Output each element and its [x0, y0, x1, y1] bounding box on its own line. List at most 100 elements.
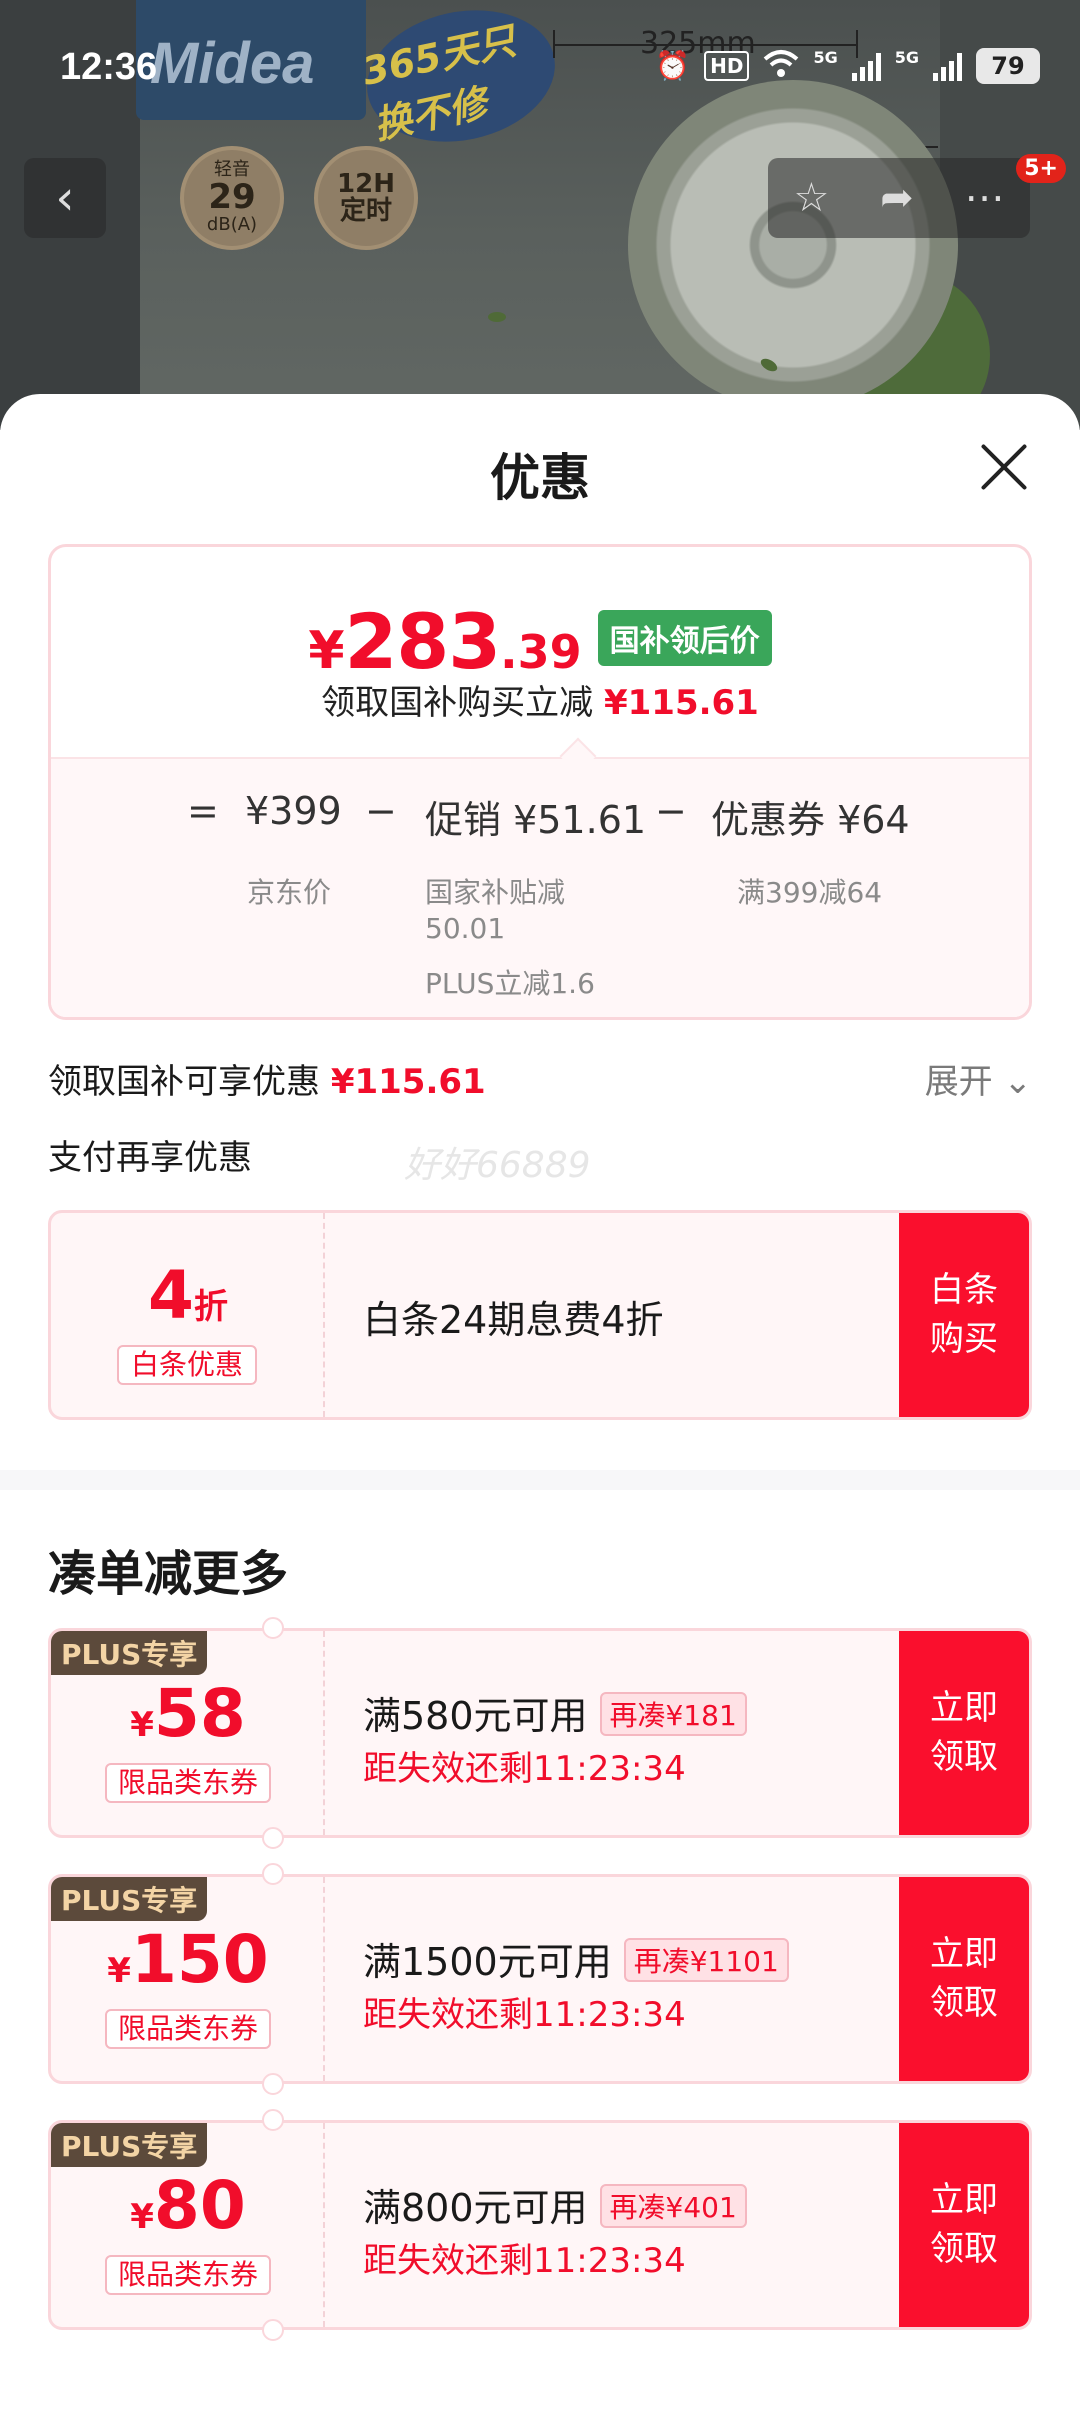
signal-icon: [851, 51, 881, 81]
feature-unit: dB(A): [206, 213, 258, 235]
status-icons: ⏰ HD 5G 5G 79: [655, 48, 1040, 84]
promo-detail-line: 50.01: [425, 912, 506, 946]
ticket-punch: [262, 2319, 284, 2341]
subsidy-amount: ¥115.61: [330, 1062, 486, 1102]
coupon-card: ¥150 限品类东券 PLUS专享 满1500元可用 再凑¥1101 距失效还剩1…: [48, 1874, 1032, 2084]
coupon-condition-row: 满800元可用 再凑¥401: [363, 2177, 747, 2232]
discount-unit: 折: [193, 1287, 228, 1327]
price-decimal: .39: [500, 625, 582, 679]
equals-sign: =: [187, 789, 219, 833]
coupon-amount: ¥58: [51, 1675, 325, 1752]
baitiao-buy-button[interactable]: 白条 购买: [899, 1213, 1029, 1417]
hd-icon: HD: [704, 51, 750, 81]
currency-symbol: ¥: [308, 621, 345, 681]
plus-exclusive-tag: PLUS专享: [51, 1877, 208, 1921]
subtitle-amount: ¥115.61: [603, 683, 759, 723]
expand-button[interactable]: 展开 ⌄: [925, 1054, 1032, 1103]
share-icon[interactable]: ➦: [880, 175, 914, 221]
price-integer: 283: [344, 597, 502, 686]
feature-value: 29: [208, 177, 256, 218]
coupon-amount-number: 150: [130, 1921, 269, 1998]
coupon-amount-number: 80: [153, 2167, 246, 2244]
coupon-amount: 优惠券 ¥64: [711, 798, 910, 842]
clock: 12:36: [60, 46, 158, 88]
wifi-icon: [763, 49, 799, 84]
jd-price: ¥399: [245, 789, 342, 833]
coupon-type: 限品类东券: [105, 2009, 271, 2049]
subsidy-row[interactable]: 领取国补可享优惠 ¥115.61: [48, 1054, 486, 1103]
baitiao-description: 白条24期息费4折: [363, 1298, 664, 1342]
coupon-condition-row: 满580元可用 再凑¥181: [363, 1685, 747, 1740]
promo-amount: 促销 ¥51.61: [425, 798, 647, 842]
final-price: ¥ 283 .39 国补领后价: [51, 597, 1029, 686]
coupon-amount: ¥80: [51, 2167, 325, 2244]
subtitle-label: 领取国补购买立减: [321, 683, 594, 723]
offer-value: 4折 白条优惠: [51, 1213, 325, 1417]
price-breakdown: ¥ 283 .39 国补领后价 领取国补购买立减 ¥115.61 = ¥399 …: [48, 544, 1032, 1020]
claim-coupon-button[interactable]: 立即 领取: [899, 2123, 1029, 2327]
feature-badge-noise: 轻音 29 dB(A): [180, 146, 284, 250]
plus-exclusive-tag: PLUS专享: [51, 1631, 208, 1675]
coupon-type: 限品类东券: [105, 1763, 271, 1803]
battery-icon: 79: [976, 48, 1040, 84]
pay-offer-label: 支付再享优惠: [48, 1138, 252, 1178]
currency-symbol: ¥: [130, 1705, 154, 1745]
coupon-type: 限品类东券: [105, 2255, 271, 2295]
ticket-punch: [262, 1863, 284, 1885]
coupon-amount-number: 58: [153, 1675, 246, 1752]
status-bar: 12:36 ⏰ HD 5G 5G 79: [0, 0, 1080, 140]
back-button[interactable]: ‹: [24, 158, 106, 238]
sheet-title: 优惠: [490, 449, 590, 507]
network-type: 5G: [813, 48, 838, 67]
star-icon[interactable]: ☆: [793, 175, 829, 221]
price-formula: = ¥399 − 促销 ¥51.61 − 优惠券 ¥64 京东价 国家补贴减 5…: [51, 757, 1029, 1017]
subsidy-price-tag: 国补领后价: [597, 609, 772, 666]
coupon-countdown: 距失效还剩11:23:34: [363, 1749, 686, 1789]
network-type: 5G: [894, 48, 919, 67]
ticket-punch: [262, 1617, 284, 1639]
screen: Midea 365天只换不修 325mm 轻音 29 dB(A) 12H 定时 …: [0, 0, 1080, 2412]
coupon-condition-row: 满1500元可用 再凑¥1101: [363, 1931, 789, 1986]
top-actions: ☆ ➦ ⋯: [768, 158, 1030, 238]
coupon-condition: 满580元可用: [363, 1694, 588, 1738]
formula-row: = ¥399 − 促销 ¥51.61 − 优惠券 ¥64: [51, 789, 1029, 849]
alarm-icon: ⏰: [655, 49, 691, 82]
currency-symbol: ¥: [130, 2197, 154, 2237]
discount-sheet: 优惠 ¥ 283 .39 国补领后价 领取国补购买立减 ¥115.61 = ¥3…: [0, 394, 1080, 2412]
minus-sign: −: [655, 789, 687, 833]
close-icon[interactable]: [976, 438, 1032, 494]
claim-coupon-button[interactable]: 立即 领取: [899, 1877, 1029, 2081]
watermark: 好好66889: [404, 1145, 591, 1186]
feature-value: 12H: [337, 168, 395, 199]
coupon-condition: 满1500元可用: [363, 1940, 612, 1984]
promo-detail-line: 国家补贴减: [425, 876, 566, 909]
ticket-punch: [262, 2073, 284, 2095]
discount-number: 4: [148, 1257, 194, 1334]
coupon-detail: 满399减64: [737, 876, 883, 909]
jd-price-label: 京东价: [247, 876, 332, 909]
more-icon[interactable]: ⋯: [965, 175, 1005, 221]
add-on-needed-badge: 再凑¥1101: [623, 1938, 789, 1982]
coupon-card: ¥80 限品类东券 PLUS专享 满800元可用 再凑¥401 距失效还剩11:2…: [48, 2120, 1032, 2330]
section-divider: [0, 1470, 1080, 1490]
ticket-punch: [262, 1827, 284, 1849]
minus-sign: −: [365, 789, 397, 833]
section-title: 凑单减更多: [48, 1546, 289, 1602]
leaf-decoration: [488, 312, 506, 322]
chevron-left-icon: ‹: [55, 170, 75, 226]
plus-exclusive-tag: PLUS专享: [51, 2123, 208, 2167]
baitiao-tag: 白条优惠: [117, 1345, 257, 1385]
feature-badge-timer: 12H 定时: [314, 146, 418, 250]
discount-value: 4折: [51, 1257, 325, 1334]
claim-coupon-button[interactable]: 立即 领取: [899, 1631, 1029, 1835]
add-on-needed-badge: 再凑¥181: [599, 1692, 747, 1736]
promo-detail: 国家补贴减 50.01 PLUS立减1.6: [425, 875, 595, 1002]
coupon-card: ¥58 限品类东券 PLUS专享 满580元可用 再凑¥181 距失效还剩11:2…: [48, 1628, 1032, 1838]
coupon-countdown: 距失效还剩11:23:34: [363, 1995, 686, 2035]
ticket-punch: [262, 2109, 284, 2131]
feature-label: 定时: [339, 196, 392, 226]
price-subtitle: 领取国补购买立减 ¥115.61: [51, 675, 1029, 724]
baitiao-offer-card: 4折 白条优惠 白条24期息费4折 白条 购买: [48, 1210, 1032, 1420]
subsidy-label: 领取国补可享优惠: [48, 1062, 320, 1102]
promo-detail-line: PLUS立减1.6: [425, 966, 595, 1000]
